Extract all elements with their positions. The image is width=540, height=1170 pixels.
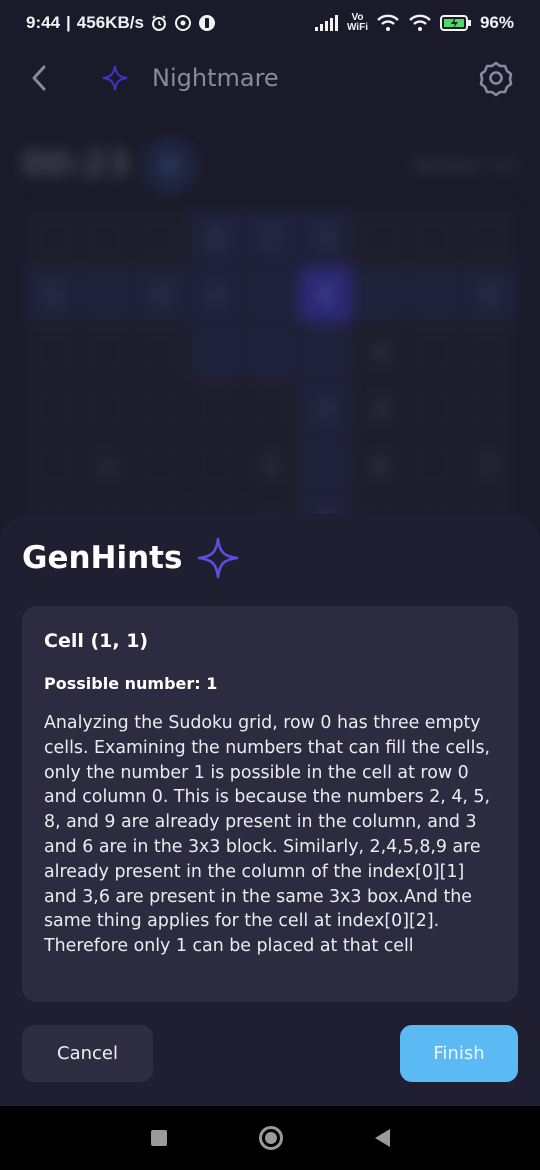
hint-possible-number: Possible number: 1 — [44, 674, 218, 693]
volte-wifi-icon: Vo WiFi — [347, 13, 368, 33]
grid-cell[interactable]: 3 — [244, 438, 298, 493]
settings-button[interactable] — [476, 58, 516, 98]
back-button[interactable] — [24, 63, 54, 93]
grid-cell-selected[interactable]: 1 — [299, 267, 352, 322]
sparkle-icon — [100, 63, 130, 93]
hint-cell-label: Cell (1, 1) — [44, 630, 149, 652]
grid-cell[interactable] — [26, 210, 79, 265]
grid-cell[interactable] — [80, 210, 134, 265]
grid-cell[interactable] — [354, 267, 407, 322]
grid-cell[interactable] — [80, 267, 134, 322]
grid-cell[interactable]: 3 — [26, 267, 79, 322]
home-icon[interactable] — [258, 1126, 283, 1150]
grid-cell[interactable] — [26, 324, 79, 379]
grid-cell[interactable] — [408, 267, 462, 322]
grid-cell[interactable] — [26, 438, 79, 493]
system-nav-bar — [0, 1106, 540, 1170]
grid-cell[interactable] — [299, 324, 352, 379]
home-icon-inner — [264, 1132, 277, 1144]
grid-cell[interactable] — [80, 324, 134, 379]
status-bar: 9:44 | 456KB/s Vo WiFi 96% — [0, 0, 540, 46]
grid-cell[interactable]: 6 — [354, 438, 407, 493]
app-header: Nightmare — [0, 46, 540, 110]
wifi-icon-2 — [408, 14, 432, 32]
status-right: Vo WiFi 96% — [314, 13, 514, 33]
grid-cell[interactable] — [408, 381, 462, 436]
grid-cell[interactable] — [299, 438, 352, 493]
pause-button[interactable]: II — [142, 138, 198, 194]
chevron-left-icon — [32, 65, 46, 91]
grid-cell[interactable]: 4 — [354, 324, 407, 379]
grid-cell[interactable] — [408, 324, 462, 379]
signal-icon — [314, 15, 339, 31]
status-net-speed: 456KB/s — [76, 13, 144, 32]
status-left: 9:44 | 456KB/s — [26, 13, 216, 33]
grid-cell[interactable]: 2 — [190, 267, 243, 322]
grid-cell[interactable] — [408, 438, 462, 493]
grid-cell[interactable] — [244, 267, 298, 322]
grid-cell[interactable] — [135, 438, 188, 493]
hint-explanation: Analyzing the Sudoku grid, row 0 has thr… — [44, 713, 491, 957]
wifi-icon — [376, 14, 400, 32]
app-notification-icon — [198, 14, 216, 32]
grid-cell[interactable] — [80, 381, 134, 436]
grid-cell[interactable] — [463, 210, 516, 265]
sparkle-icon — [196, 536, 240, 580]
grid-cell[interactable] — [244, 324, 298, 379]
grid-cell[interactable]: 7 — [463, 438, 516, 493]
wifi-calling-label: WiFi — [346, 22, 368, 33]
grid-cell[interactable] — [244, 381, 298, 436]
grid-cell[interactable] — [135, 324, 188, 379]
sheet-title: GenHints — [22, 540, 183, 576]
grid-cell[interactable]: 1 — [80, 438, 134, 493]
finish-button[interactable]: Finish — [400, 1025, 518, 1082]
back-triangle-icon[interactable] — [374, 1129, 390, 1147]
grid-cell[interactable] — [190, 381, 243, 436]
genhints-sheet: GenHints Cell (1, 1) Possible number: 1 … — [0, 514, 540, 1106]
battery-charging-icon — [439, 14, 472, 32]
grid-cell[interactable] — [190, 438, 243, 493]
page-title: Nightmare — [152, 64, 279, 92]
grid-cell[interactable] — [354, 210, 407, 265]
battery-percent: 96% — [479, 13, 514, 32]
grid-cell[interactable] — [135, 381, 188, 436]
grid-cell[interactable]: 3 — [299, 210, 352, 265]
gear-icon — [479, 61, 513, 97]
grid-cell[interactable] — [463, 381, 516, 436]
grid-cell[interactable]: 7 — [244, 210, 298, 265]
status-time: 9:44 — [26, 13, 61, 32]
game-area: 00:23 II Mistakes: 1/3 6 7 3 3 6 2 1 5 4 — [0, 130, 540, 550]
grid-cell[interactable]: 6 — [190, 210, 243, 265]
hint-card: Cell (1, 1) Possible number: 1 Analyzing… — [22, 606, 518, 1002]
grid-cell[interactable] — [26, 381, 79, 436]
recents-icon[interactable] — [150, 1130, 167, 1146]
cancel-button[interactable]: Cancel — [22, 1025, 153, 1082]
grid-cell[interactable] — [135, 210, 188, 265]
sheet-header: GenHints — [22, 536, 240, 580]
grid-cell[interactable]: 6 — [135, 267, 188, 322]
grid-cell[interactable]: 5 — [463, 267, 516, 322]
mistakes-counter: Mistakes: 1/3 — [412, 156, 518, 175]
timer: 00:23 — [22, 144, 131, 184]
grid-cell[interactable] — [463, 324, 516, 379]
sudoku-grid: 6 7 3 3 6 2 1 5 4 4 3 1 3 6 7 — [26, 210, 516, 550]
status-separator: | — [66, 13, 71, 32]
grid-cell[interactable] — [408, 210, 462, 265]
grid-cell[interactable]: 3 — [354, 381, 407, 436]
grid-cell[interactable]: 4 — [299, 381, 352, 436]
alarm-icon — [150, 14, 168, 32]
grid-cell[interactable] — [190, 324, 243, 379]
whatsapp-icon — [174, 14, 192, 32]
